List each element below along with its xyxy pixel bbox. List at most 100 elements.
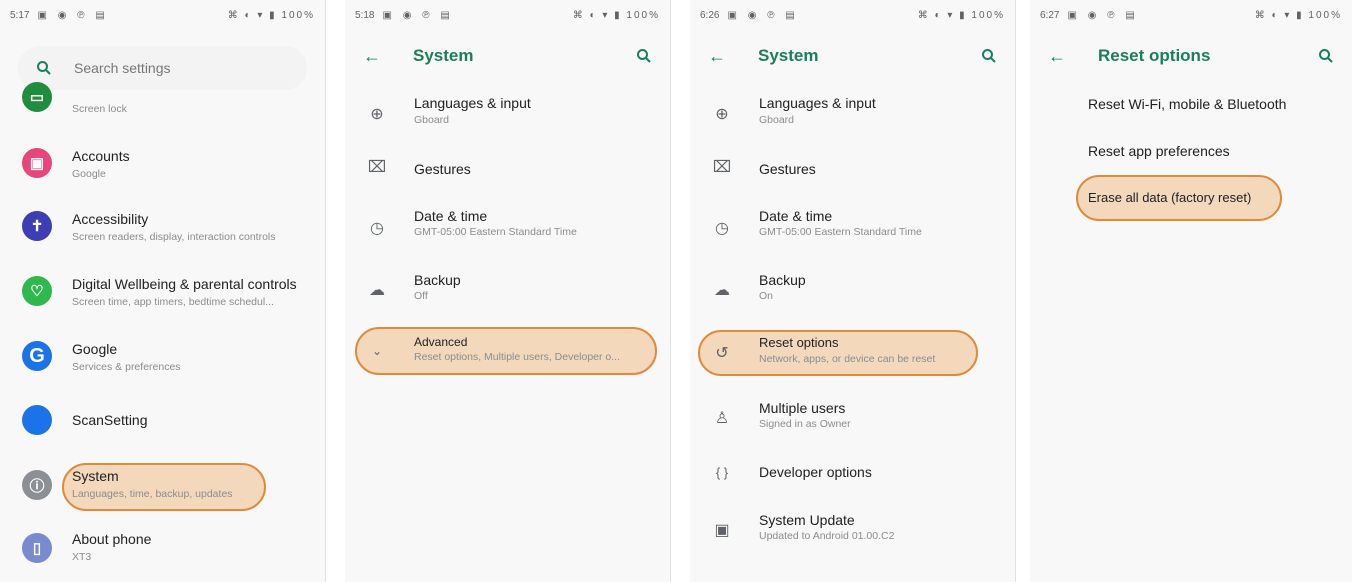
item-sub: Screen time, app timers, bedtime schedul… xyxy=(72,296,274,308)
notification-icons: ▣ ◉ ℗ ▤ xyxy=(37,9,109,21)
back-arrow-icon[interactable]: ← xyxy=(1048,46,1066,67)
gesture-icon: ⌧ xyxy=(712,159,732,176)
system-item-developer-options[interactable]: { } Developer options xyxy=(690,460,1015,490)
item-label: Accounts xyxy=(72,148,130,164)
status-icons: ⌘ ◐ ▾ ▮ 100% xyxy=(572,9,660,21)
item-label: About phone xyxy=(72,531,152,547)
item-sub: Off xyxy=(414,290,428,302)
item-sub: Screen readers, display, interaction con… xyxy=(72,231,276,243)
item-label: Languages & input xyxy=(414,95,531,111)
back-arrow-icon[interactable]: ← xyxy=(363,46,381,67)
item-sub: Google xyxy=(72,168,106,180)
item-label: Digital Wellbeing & parental controls xyxy=(72,276,297,292)
system-item-gestures[interactable]: ⌧ Gestures xyxy=(345,155,670,185)
page-title: System xyxy=(413,46,474,65)
item-label: Date & time xyxy=(414,208,488,224)
item-sub: Gboard xyxy=(414,114,450,126)
accessibility-icon: ✝ xyxy=(22,211,52,241)
back-arrow-icon[interactable]: ← xyxy=(708,46,726,67)
settings-item-digital-wellbeing[interactable]: ♡ Digital Wellbeing & parental controls … xyxy=(0,268,325,318)
item-sub: Gboard xyxy=(759,114,795,126)
person-icon: ♙ xyxy=(714,410,730,427)
cloud-backup-icon: ☁ xyxy=(369,282,385,299)
phone-icon: ▯ xyxy=(22,533,52,563)
search-icon[interactable] xyxy=(1318,48,1334,64)
google-icon: G xyxy=(22,341,52,371)
system-item-languages[interactable]: ⊕ Languages & input Gboard xyxy=(345,92,670,132)
battery-percent: 100% xyxy=(281,9,315,21)
settings-item-accounts[interactable]: ▣ Accounts Google xyxy=(0,140,325,190)
status-icons: ⌘ ◐ ▾ ▮ 100% xyxy=(1254,9,1342,21)
system-item-reset-options[interactable]: ↺ Reset options Network, apps, or device… xyxy=(690,335,1015,375)
status-time: 5:17 xyxy=(10,9,30,21)
battery-percent: 100% xyxy=(626,9,660,21)
screen-system-expanded: 6:26 ▣ ◉ ℗ ▤ ⌘ ◐ ▾ ▮ 100% ← System ⊕ Lan… xyxy=(690,0,1016,582)
item-label: Advanced xyxy=(414,335,468,349)
settings-item-scansetting[interactable]: ScanSetting xyxy=(0,400,325,440)
app-bar: ← Reset options xyxy=(1030,36,1352,76)
item-label: Date & time xyxy=(759,208,833,224)
search-settings-bar[interactable]: Search settings xyxy=(18,46,307,90)
page-title: Reset options xyxy=(1098,46,1211,65)
wellbeing-icon: ♡ xyxy=(22,276,52,306)
status-bar: 5:17 ▣ ◉ ℗ ▤ ⌘ ◐ ▾ ▮ 100% xyxy=(0,0,325,30)
system-item-languages[interactable]: ⊕ Languages & input Gboard xyxy=(690,92,1015,132)
item-sub: Languages, time, backup, updates xyxy=(72,488,233,500)
status-time: 5:18 xyxy=(355,9,375,21)
status-bar: 6:27 ▣ ◉ ℗ ▤ ⌘ ◐ ▾ ▮ 100% xyxy=(1030,0,1352,30)
status-time: 6:27 xyxy=(1040,9,1060,21)
notification-icons: ▣ ◉ ℗ ▤ xyxy=(1067,9,1139,21)
item-label: Reset options xyxy=(759,335,839,350)
status-bar: 5:18 ▣ ◉ ℗ ▤ ⌘ ◐ ▾ ▮ 100% xyxy=(345,0,670,30)
system-item-gestures[interactable]: ⌧ Gestures xyxy=(690,155,1015,185)
item-label: Erase all data (factory reset) xyxy=(1088,190,1252,205)
system-item-advanced[interactable]: ⌄ Advanced Reset options, Multiple users… xyxy=(345,333,670,373)
item-label: Backup xyxy=(759,272,806,288)
globe-icon: ⊕ xyxy=(715,106,729,123)
search-placeholder: Search settings xyxy=(74,60,171,76)
status-icons: ⌘ ◐ ▾ ▮ 100% xyxy=(227,9,315,21)
item-sub: Screen lock xyxy=(72,103,127,115)
system-item-backup[interactable]: ☁ Backup On xyxy=(690,270,1015,310)
reset-item-app-preferences[interactable]: Reset app preferences xyxy=(1030,141,1352,165)
app-bar: ← System xyxy=(345,36,670,76)
item-sub: XT3 xyxy=(72,551,92,563)
info-icon: ⓘ xyxy=(22,470,52,500)
screen-reset-options: 6:27 ▣ ◉ ℗ ▤ ⌘ ◐ ▾ ▮ 100% ← Reset option… xyxy=(1030,0,1352,582)
search-icon[interactable] xyxy=(981,48,997,64)
reset-item-network[interactable]: Reset Wi-Fi, mobile & Bluetooth xyxy=(1030,94,1352,118)
system-item-backup[interactable]: ☁ Backup Off xyxy=(345,270,670,310)
item-sub: Services & preferences xyxy=(72,361,181,373)
system-item-date-time[interactable]: ◷ Date & time GMT-05:00 Eastern Standard… xyxy=(690,206,1015,246)
item-label: Accessibility xyxy=(72,211,149,227)
item-label: Gestures xyxy=(759,161,816,177)
settings-item-screen-lock[interactable]: ▭ Screen lock xyxy=(0,82,325,122)
item-sub: Reset options, Multiple users, Developer… xyxy=(414,351,621,363)
item-label: System Update xyxy=(759,512,855,528)
item-label: Reset app preferences xyxy=(1088,143,1230,159)
item-sub: GMT-05:00 Eastern Standard Time xyxy=(414,226,577,238)
settings-item-system[interactable]: ⓘ System Languages, time, backup, update… xyxy=(0,460,325,510)
reset-item-erase-all-data[interactable]: Erase all data (factory reset) xyxy=(1030,188,1352,212)
notification-icons: ▣ ◉ ℗ ▤ xyxy=(382,9,454,21)
notification-icons: ▣ ◉ ℗ ▤ xyxy=(727,9,799,21)
item-label: Gestures xyxy=(414,161,471,177)
settings-item-google[interactable]: G Google Services & preferences xyxy=(0,333,325,383)
chevron-down-icon: ⌄ xyxy=(371,344,383,358)
search-icon xyxy=(36,60,52,76)
app-bar: ← System xyxy=(690,36,1015,76)
system-item-date-time[interactable]: ◷ Date & time GMT-05:00 Eastern Standard… xyxy=(345,206,670,246)
item-label: Backup xyxy=(414,272,461,288)
status-icons: ⌘ ◐ ▾ ▮ 100% xyxy=(917,9,1005,21)
search-icon[interactable] xyxy=(636,48,652,64)
settings-item-about-phone[interactable]: ▯ About phone XT3 xyxy=(0,525,325,575)
system-item-system-update[interactable]: ▣ System Update Updated to Android 01.00… xyxy=(690,510,1015,550)
lock-icon: ▭ xyxy=(22,82,52,112)
item-label: ScanSetting xyxy=(72,412,148,428)
system-item-multiple-users[interactable]: ♙ Multiple users Signed in as Owner xyxy=(690,398,1015,438)
settings-item-accessibility[interactable]: ✝ Accessibility Screen readers, display,… xyxy=(0,203,325,253)
battery-percent: 100% xyxy=(971,9,1005,21)
status-bar: 6:26 ▣ ◉ ℗ ▤ ⌘ ◐ ▾ ▮ 100% xyxy=(690,0,1015,30)
page-title: System xyxy=(758,46,819,65)
history-icon: ↺ xyxy=(715,345,729,362)
